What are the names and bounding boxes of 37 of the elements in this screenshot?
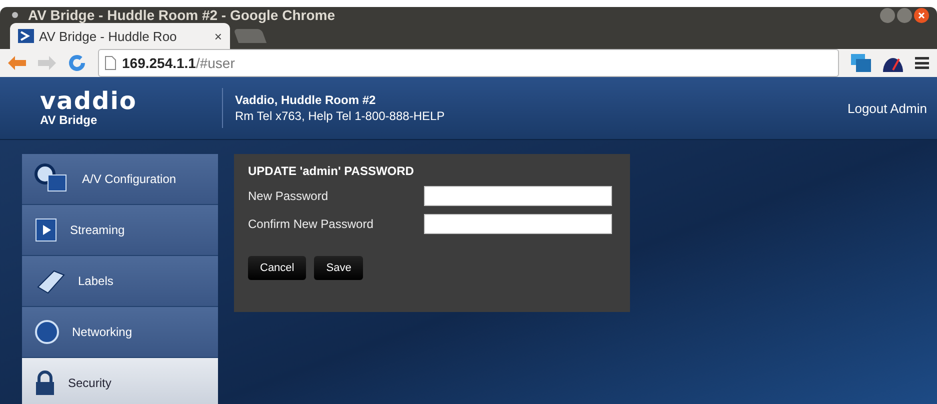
password-field[interactable]	[424, 214, 612, 234]
address-bar[interactable]: 169.254.1.1/#user	[98, 49, 839, 77]
tab-title: AV Bridge - Huddle Roo	[39, 28, 177, 44]
sidebar-item[interactable]: Networking	[22, 307, 218, 358]
panel-title: UPDATE 'admin' PASSWORD	[248, 164, 415, 178]
password-field[interactable]	[424, 186, 612, 206]
form-button[interactable]: Cancel	[248, 256, 306, 280]
close-button[interactable]	[914, 8, 929, 22]
contact-info: Rm Tel x763, Help Tel 1-800-888-HELP	[235, 109, 445, 123]
site-favicon-icon	[18, 29, 34, 43]
brand-logo: vaddio	[40, 89, 138, 113]
sidebar-item[interactable]: Streaming	[22, 205, 218, 256]
padlock-icon	[34, 370, 56, 396]
window-menu-icon[interactable]	[12, 12, 18, 18]
minimize-button[interactable]	[880, 8, 895, 22]
sidebar-item[interactable]: Labels	[22, 256, 218, 307]
forward-icon[interactable]	[38, 56, 56, 70]
room-name: Vaddio, Huddle Room #2	[235, 93, 377, 107]
field-label: Confirm New Password	[248, 217, 374, 231]
film-play-icon	[34, 217, 58, 243]
window-title: AV Bridge - Huddle Room #2 - Google Chrome	[28, 7, 335, 23]
reload-icon[interactable]	[68, 54, 86, 72]
logout-link[interactable]: Logout Admin	[847, 100, 927, 116]
sidebar-item[interactable]: Security	[22, 358, 218, 404]
tab-close-button[interactable]: ×	[214, 28, 222, 44]
sidebar-item[interactable]: A/V Configuration	[22, 154, 218, 205]
new-tab-button[interactable]	[233, 29, 267, 43]
back-icon[interactable]	[8, 56, 26, 70]
product-name: AV Bridge	[40, 113, 98, 127]
url-text: 169.254.1.1/#user	[122, 55, 235, 71]
picture-icon[interactable]	[851, 54, 871, 72]
browser-tab[interactable]: AV Bridge - Huddle Roo ×	[10, 23, 230, 49]
page-icon	[105, 56, 116, 70]
field-label: New Password	[248, 189, 330, 203]
globe-icon	[34, 319, 60, 345]
menu-icon[interactable]	[915, 57, 929, 69]
form-button[interactable]: Save	[314, 256, 364, 280]
